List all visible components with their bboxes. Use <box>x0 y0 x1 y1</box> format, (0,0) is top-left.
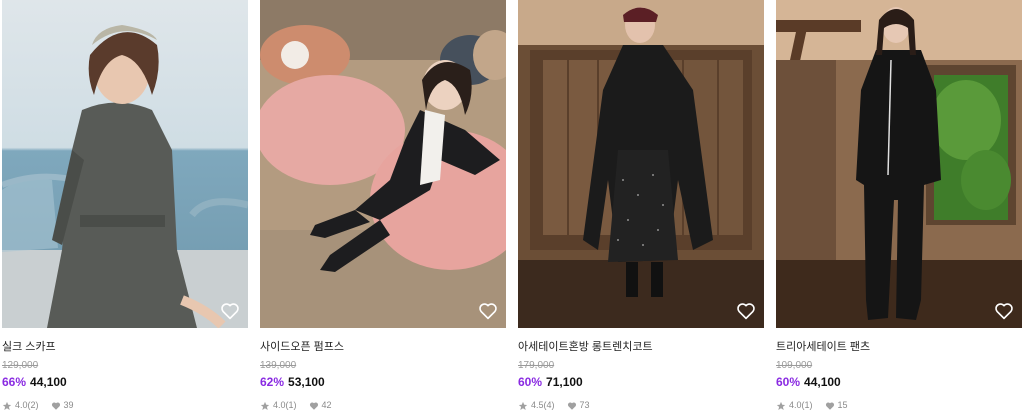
product-grid: 실크 스카프 129,000 66% 44,100 4.0(2) 39 사이드오… <box>0 0 1024 410</box>
product-image[interactable] <box>2 0 248 328</box>
star-icon <box>2 401 12 410</box>
original-price: 139,000 <box>260 360 297 371</box>
sale-price: 44,100 <box>804 375 841 389</box>
product-image[interactable] <box>776 0 1022 328</box>
price-row: 60% 44,100 <box>776 375 1022 390</box>
like-count: 15 <box>837 400 848 410</box>
sale-price: 44,100 <box>30 375 67 389</box>
like-count: 73 <box>579 400 590 410</box>
product-name[interactable]: 사이드오픈 펌프스 <box>260 340 506 354</box>
product-card[interactable]: 실크 스카프 129,000 66% 44,100 4.0(2) 39 <box>2 0 248 411</box>
like-count: 42 <box>321 400 332 410</box>
sale-price: 53,100 <box>288 375 325 389</box>
star-icon <box>518 401 528 410</box>
discount-rate: 66% <box>2 375 27 389</box>
wishlist-heart-icon[interactable] <box>220 302 240 320</box>
price-row: 62% 53,100 <box>260 375 506 390</box>
star-icon <box>260 401 270 410</box>
product-photo <box>2 0 248 328</box>
product-card[interactable]: 사이드오픈 펌프스 139,000 62% 53,100 4.0(1) 42 <box>260 0 506 411</box>
star-icon <box>776 401 786 410</box>
rating-text: 4.5(4) <box>531 400 555 410</box>
product-name[interactable]: 아세테이트혼방 롱트렌치코트 <box>518 340 764 354</box>
product-meta: 4.5(4) 73 <box>518 400 764 411</box>
like-heart-icon <box>51 401 60 410</box>
like-heart-icon <box>825 401 834 410</box>
product-meta: 4.0(1) 15 <box>776 400 1022 411</box>
discount-rate: 62% <box>260 375 285 389</box>
product-meta: 4.0(2) 39 <box>2 400 248 411</box>
product-card[interactable]: 아세테이트혼방 롱트렌치코트 179,000 60% 71,100 4.5(4) … <box>518 0 764 411</box>
like-heart-icon <box>567 401 576 410</box>
wishlist-heart-icon[interactable] <box>478 302 498 320</box>
wishlist-heart-icon[interactable] <box>994 302 1014 320</box>
rating-text: 4.0(2) <box>15 400 39 410</box>
sale-price: 71,100 <box>546 375 583 389</box>
product-image[interactable] <box>518 0 764 328</box>
wishlist-heart-icon[interactable] <box>736 302 756 320</box>
product-meta: 4.0(1) 42 <box>260 400 506 411</box>
rating-text: 4.0(1) <box>273 400 297 410</box>
product-photo <box>518 0 764 328</box>
price-row: 66% 44,100 <box>2 375 248 390</box>
like-heart-icon <box>309 401 318 410</box>
original-price: 129,000 <box>2 360 39 371</box>
rating-text: 4.0(1) <box>789 400 813 410</box>
discount-rate: 60% <box>518 375 543 389</box>
original-price: 109,000 <box>776 360 813 371</box>
product-card[interactable]: 트리아세테이트 팬츠 109,000 60% 44,100 4.0(1) 15 <box>776 0 1022 411</box>
product-photo <box>260 0 506 328</box>
price-row: 60% 71,100 <box>518 375 764 390</box>
product-photo <box>776 0 1022 328</box>
product-name[interactable]: 실크 스카프 <box>2 340 248 354</box>
product-name[interactable]: 트리아세테이트 팬츠 <box>776 340 1022 354</box>
discount-rate: 60% <box>776 375 801 389</box>
original-price: 179,000 <box>518 360 555 371</box>
like-count: 39 <box>63 400 74 410</box>
product-image[interactable] <box>260 0 506 328</box>
